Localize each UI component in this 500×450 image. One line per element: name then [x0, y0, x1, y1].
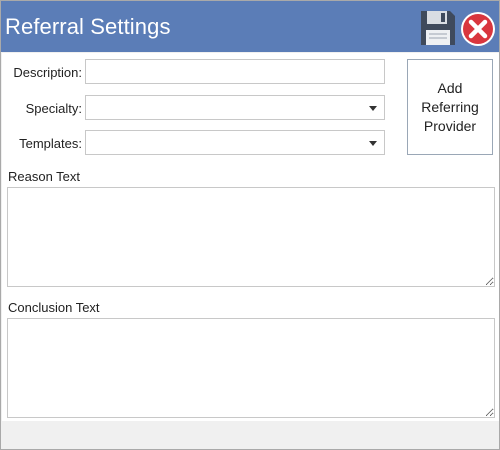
- floppy-disk-icon: [421, 11, 455, 45]
- specialty-select[interactable]: [85, 95, 385, 120]
- conclusion-text-area[interactable]: [7, 318, 495, 418]
- close-button[interactable]: [459, 10, 497, 48]
- referral-settings-window: Referral Settings Description: Specialty…: [0, 0, 500, 450]
- conclusion-text-label: Conclusion Text: [8, 300, 100, 315]
- footer-strip: [2, 421, 499, 449]
- add-button-label: Add Referring Provider: [421, 79, 479, 134]
- reason-text-label: Reason Text: [8, 169, 81, 184]
- templates-select[interactable]: [85, 130, 385, 155]
- description-field[interactable]: [85, 59, 385, 84]
- chevron-down-icon: [369, 141, 377, 146]
- reason-text-area[interactable]: [7, 187, 495, 287]
- window-title: Referral Settings: [5, 14, 171, 39]
- add-referring-provider-button[interactable]: Add Referring Provider: [407, 59, 493, 155]
- title-bar: Referral Settings: [1, 1, 499, 52]
- templates-label: Templates:: [19, 136, 82, 151]
- save-button[interactable]: [419, 9, 457, 47]
- description-label: Description:: [13, 65, 82, 80]
- chevron-down-icon: [369, 106, 377, 111]
- specialty-label: Specialty:: [25, 101, 82, 116]
- close-icon: [461, 12, 495, 46]
- form-panel: Description: Specialty: Templates: Add R…: [2, 53, 499, 449]
